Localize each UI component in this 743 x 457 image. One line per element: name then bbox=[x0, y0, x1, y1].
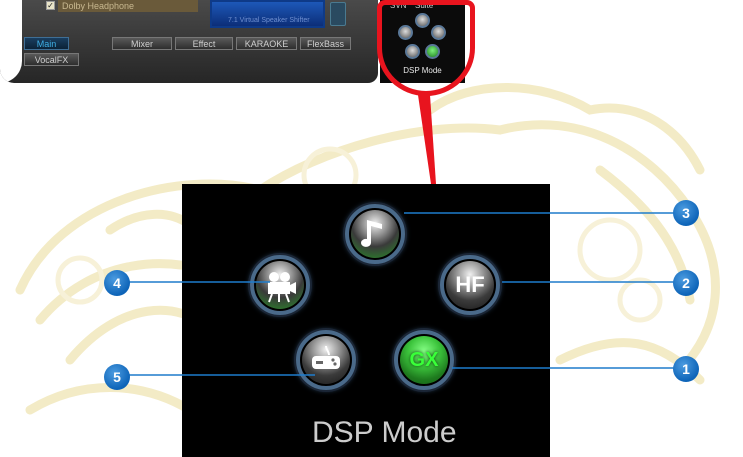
callout-hf: 2 bbox=[673, 270, 699, 296]
callout-music: 3 bbox=[673, 200, 699, 226]
callout-gx: 1 bbox=[673, 356, 699, 382]
callout-movie: 4 bbox=[104, 270, 130, 296]
callout-game: 5 bbox=[104, 364, 130, 390]
